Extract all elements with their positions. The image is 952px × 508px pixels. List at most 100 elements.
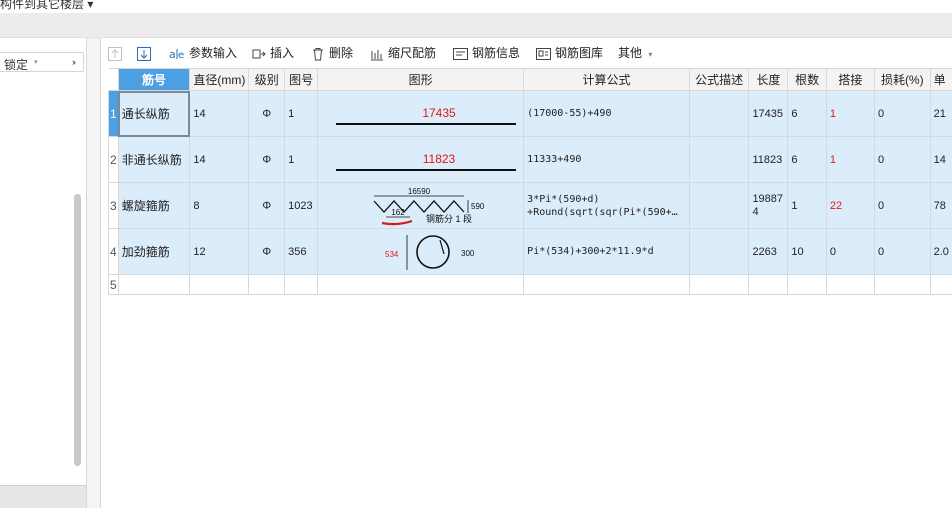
grade-cell[interactable]: Φ xyxy=(248,136,286,183)
empty-cell[interactable] xyxy=(825,274,875,295)
shape-number-cell[interactable]: 1023 xyxy=(284,182,319,229)
figure-cell[interactable]: 16590 590 162 钢筋分 1 段 xyxy=(317,182,525,229)
lap-cell[interactable]: 0 xyxy=(825,228,875,275)
parameter-input-button[interactable]: a e 参数输入 xyxy=(169,44,237,62)
col-count[interactable]: 根数 xyxy=(787,68,827,91)
formula-desc-cell[interactable] xyxy=(688,136,750,183)
length-cell[interactable]: 2263 xyxy=(748,228,789,275)
row-number[interactable]: 3 xyxy=(108,182,119,229)
empty-cell[interactable] xyxy=(248,274,286,295)
bar-name-cell[interactable]: 加劲箍筋 xyxy=(117,228,191,275)
shape-number-cell[interactable]: 1 xyxy=(284,136,319,183)
bar-name-cell[interactable]: 非通长纵筋 xyxy=(117,136,191,183)
diameter-cell[interactable]: 8 xyxy=(189,182,250,229)
diameter-cell[interactable]: 14 xyxy=(189,90,250,137)
col-loss[interactable]: 损耗(%) xyxy=(873,68,931,91)
shape-number-cell[interactable]: 356 xyxy=(284,228,319,275)
row-number[interactable]: 2 xyxy=(108,136,119,183)
col-grade[interactable]: 级别 xyxy=(248,68,286,91)
col-formula[interactable]: 计算公式 xyxy=(523,68,690,91)
unit-cell[interactable]: 78 xyxy=(929,182,952,229)
row-number[interactable]: 5 xyxy=(108,274,119,295)
lap-cell[interactable]: 1 xyxy=(825,136,875,183)
table-row[interactable]: 4 加劲箍筋 12 Φ 356 534 300 Pi*(534)+300+2*1… xyxy=(108,228,952,275)
delete-button[interactable]: 删除 xyxy=(311,44,353,62)
bar-name-cell[interactable]: 通长纵筋 xyxy=(117,90,191,137)
count-cell[interactable]: 6 xyxy=(787,136,827,183)
figure-cell[interactable]: 11823 xyxy=(317,136,525,183)
row-number[interactable]: 1 xyxy=(108,90,119,137)
formula-desc-cell[interactable] xyxy=(688,182,750,229)
empty-cell[interactable] xyxy=(284,274,319,295)
move-up-button[interactable] xyxy=(108,44,126,62)
svg-text:a: a xyxy=(169,48,176,61)
col-length[interactable]: 长度 xyxy=(748,68,789,91)
table-row-empty[interactable]: 5 xyxy=(108,274,952,295)
empty-cell[interactable] xyxy=(929,274,952,295)
formula-desc-cell[interactable] xyxy=(688,228,750,275)
formula-desc-cell[interactable] xyxy=(688,90,750,137)
col-figure[interactable]: 图形 xyxy=(317,68,525,91)
grade-cell[interactable]: Φ xyxy=(248,90,286,137)
count-cell[interactable]: 6 xyxy=(787,90,827,137)
spiral-stirrup-figure: 16590 590 162 钢筋分 1 段 xyxy=(373,187,485,225)
empty-cell[interactable] xyxy=(787,274,827,295)
scale-rebar-button[interactable]: 缩尺配筋 xyxy=(370,44,436,62)
expand-icon[interactable]: ›› xyxy=(72,57,76,67)
rebar-info-button[interactable]: 钢筋信息 xyxy=(453,44,520,62)
lap-cell[interactable]: 1 xyxy=(825,90,875,137)
unit-cell[interactable]: 21 xyxy=(929,90,952,137)
insert-button[interactable]: 插入 xyxy=(252,44,294,62)
other-menu-button[interactable]: 其他 ▾ xyxy=(618,44,652,62)
length-cell[interactable]: 17435 xyxy=(748,90,789,137)
table-row[interactable]: 2 非通长纵筋 14 Φ 1 11823 11333+490 11823 6 1… xyxy=(108,136,952,183)
table-row[interactable]: 1 通长纵筋 14 Φ 1 17435 (17000-55)+490 17435 xyxy=(108,90,952,137)
move-down-button[interactable] xyxy=(137,44,155,62)
empty-cell[interactable] xyxy=(748,274,789,295)
formula-cell[interactable]: 3*Pi*(590+d) +Round(sqrt(sqr(Pi*(590+… xyxy=(523,182,690,229)
figure-length-label: 17435 xyxy=(422,106,456,120)
length-cell[interactable]: 19887 4 xyxy=(748,182,789,229)
col-bar-number[interactable]: 筋号 xyxy=(117,68,191,91)
lap-cell[interactable]: 22 xyxy=(825,182,875,229)
grade-cell[interactable]: Φ xyxy=(248,228,286,275)
formula-cell[interactable]: Pi*(534)+300+2*11.9*d xyxy=(523,228,690,275)
left-panel-scrollbar[interactable] xyxy=(74,194,81,466)
figure-cell[interactable]: 17435 xyxy=(317,90,525,137)
grade-symbol-icon: Φ xyxy=(262,153,272,166)
col-unit[interactable]: 单 xyxy=(929,68,952,91)
empty-cell[interactable] xyxy=(523,274,690,295)
diameter-cell[interactable]: 12 xyxy=(189,228,250,275)
table-row[interactable]: 3 螺旋箍筋 8 Φ 1023 16590 590 162 钢筋分 1 段 3*… xyxy=(108,182,952,229)
formula-cell[interactable]: (17000-55)+490 xyxy=(523,90,690,137)
loss-cell[interactable]: 0 xyxy=(873,182,931,229)
col-diameter[interactable]: 直径(mm) xyxy=(189,68,250,91)
empty-cell[interactable] xyxy=(189,274,250,295)
loss-cell[interactable]: 0 xyxy=(873,90,931,137)
length-cell[interactable]: 11823 xyxy=(748,136,789,183)
loss-cell[interactable]: 0 xyxy=(873,136,931,183)
col-shape-number[interactable]: 图号 xyxy=(284,68,319,91)
bar-name-cell[interactable]: 螺旋箍筋 xyxy=(117,182,191,229)
lock-dropdown[interactable]: 锁定 ▾ ›› xyxy=(0,52,84,72)
grade-cell[interactable]: Φ xyxy=(248,182,286,229)
col-formula-desc[interactable]: 公式描述 xyxy=(688,68,750,91)
empty-cell[interactable] xyxy=(117,274,191,295)
empty-cell[interactable] xyxy=(317,274,525,295)
loss-cell[interactable]: 0 xyxy=(873,228,931,275)
top-title[interactable]: 构件到其它楼层 ▾ xyxy=(0,0,93,12)
row-number[interactable]: 4 xyxy=(108,228,119,275)
diameter-cell[interactable]: 14 xyxy=(189,136,250,183)
count-cell[interactable]: 1 xyxy=(787,182,827,229)
rebar-library-button[interactable]: 钢筋图库 xyxy=(536,44,603,62)
unit-cell[interactable]: 14 xyxy=(929,136,952,183)
col-lap[interactable]: 搭接 xyxy=(825,68,875,91)
unit-cell[interactable]: 2.0 xyxy=(929,228,952,275)
formula-cell[interactable]: 11333+490 xyxy=(523,136,690,183)
shape-number-cell[interactable]: 1 xyxy=(284,90,319,137)
spiral-top-dim: 16590 xyxy=(408,187,431,196)
empty-cell[interactable] xyxy=(873,274,931,295)
figure-cell[interactable]: 534 300 xyxy=(317,228,525,275)
empty-cell[interactable] xyxy=(688,274,750,295)
count-cell[interactable]: 10 xyxy=(787,228,827,275)
